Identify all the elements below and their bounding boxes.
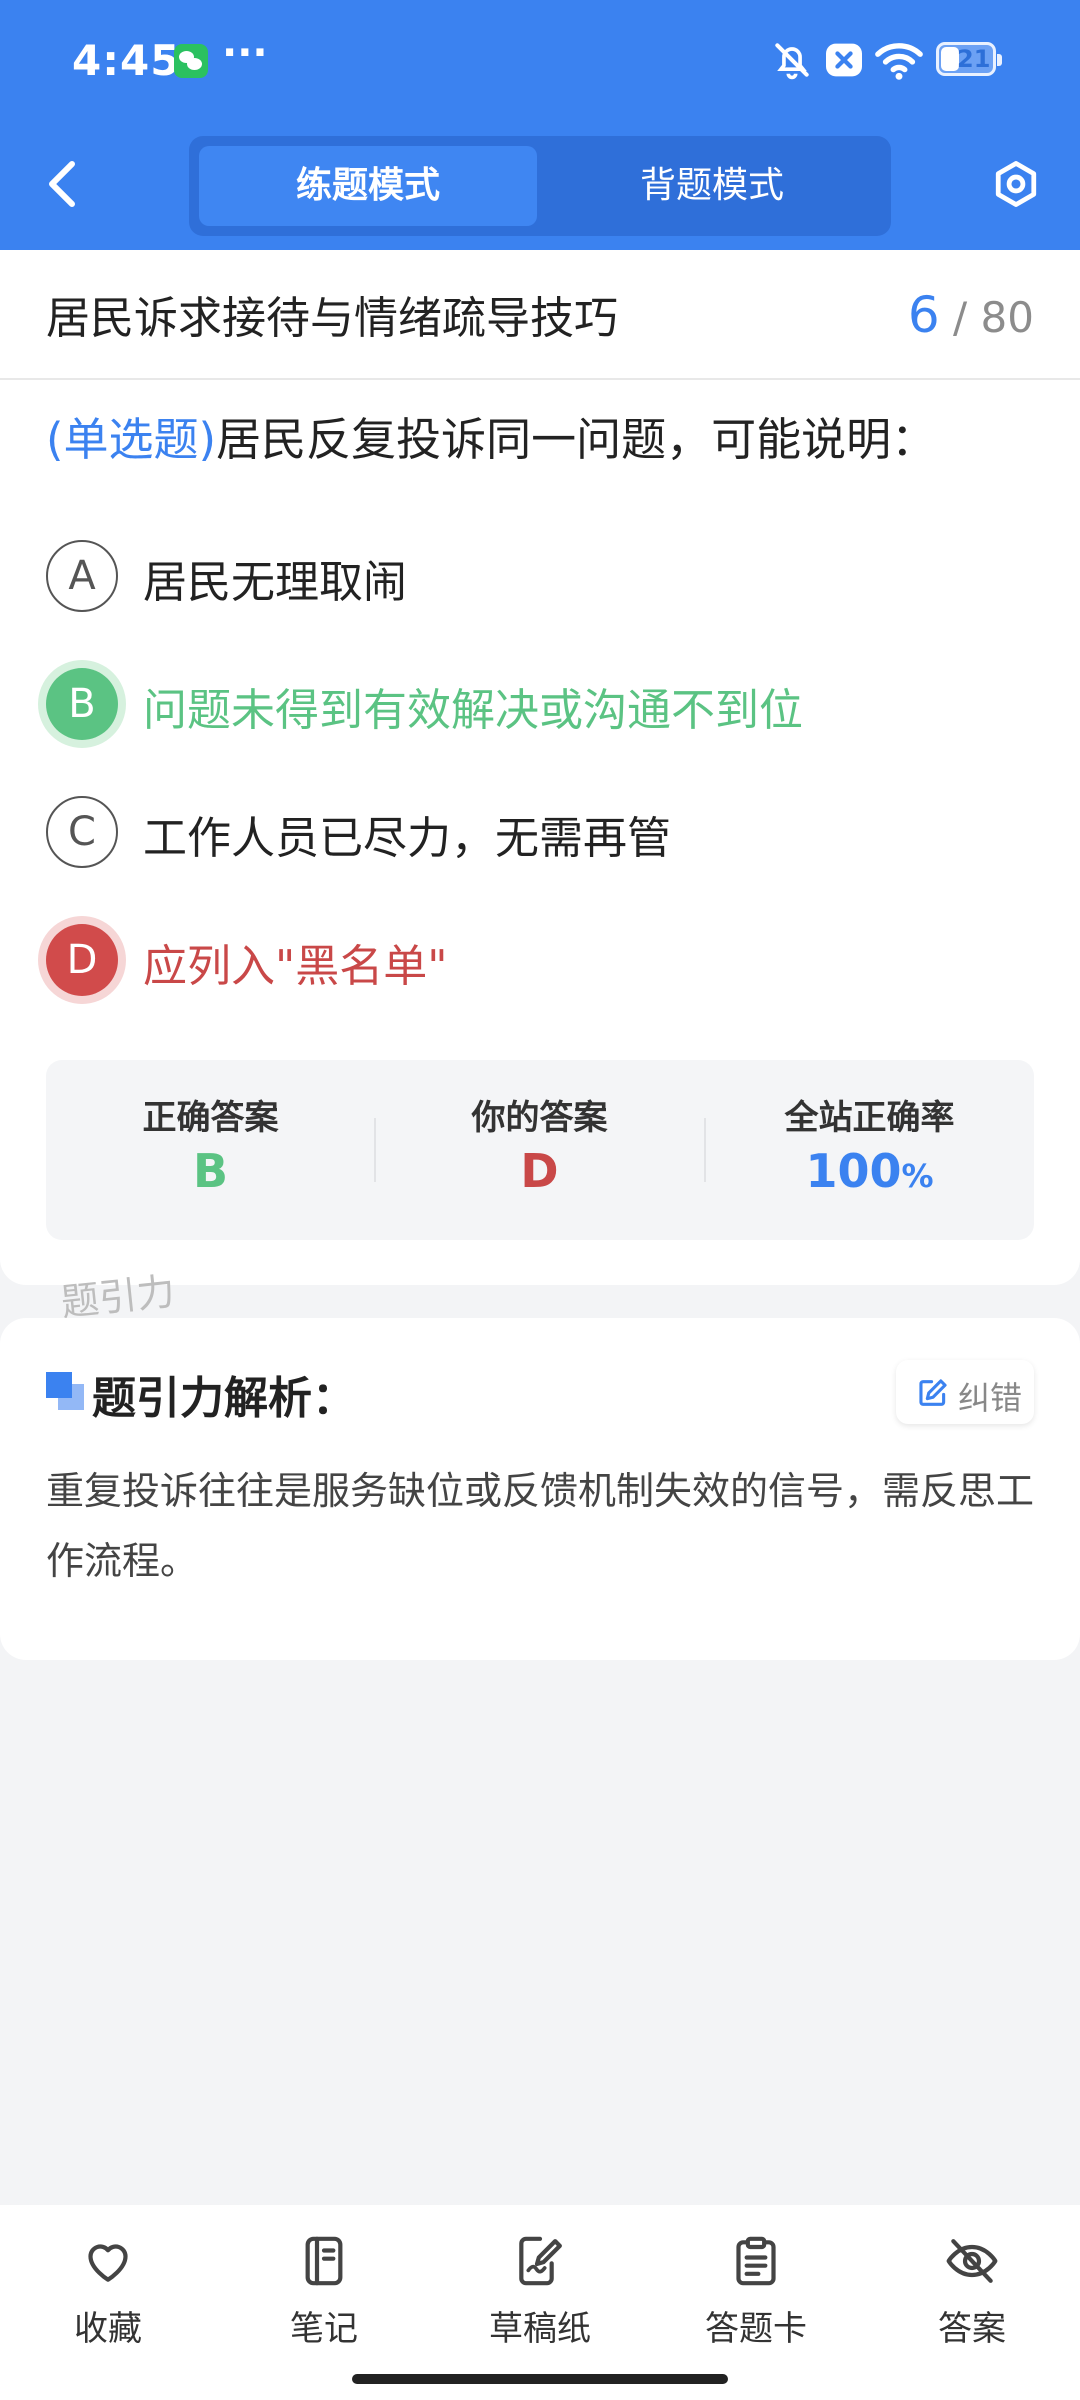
settings-icon[interactable] [990, 158, 1042, 210]
divider [0, 378, 1080, 380]
sim-off-icon [826, 43, 862, 77]
accuracy-unit: % [901, 1157, 934, 1195]
current-index: 6 [907, 286, 940, 344]
correct-answer-value: B [192, 1144, 229, 1198]
notebook-icon [305, 2236, 343, 2286]
your-answer: 你的答案 D [375, 1060, 704, 1240]
watermark: 题引力 [58, 1269, 177, 1325]
question-stem: (单选题)居民反复投诉同一问题，可能说明： [46, 400, 1036, 480]
battery-icon: 21 [936, 42, 1002, 76]
accuracy-number: 100 [805, 1144, 902, 1198]
home-indicator[interactable] [352, 2374, 728, 2384]
nav-draft[interactable]: 草稿纸 [432, 2205, 648, 2400]
tab-practice-mode[interactable]: 练题模式 [199, 146, 537, 226]
nav-notes[interactable]: 笔记 [216, 2205, 432, 2400]
draft-icon [519, 2236, 562, 2286]
site-accuracy-value: 100% [705, 1144, 1034, 1198]
option-letter: A [46, 540, 118, 612]
nav-label: 答题卡 [705, 2309, 807, 2349]
your-answer-value: D [520, 1144, 559, 1198]
option-letter: B [46, 668, 118, 740]
correct-answer-label: 正确答案 [142, 1098, 279, 1138]
nav-answer[interactable]: 答案 [864, 2205, 1080, 2400]
option-text: 工作人员已尽力，无需再管 [143, 813, 671, 864]
eye-off-icon [946, 2239, 998, 2283]
option-letter: C [46, 796, 118, 868]
option-text: 问题未得到有效解决或沟通不到位 [143, 685, 803, 736]
report-error-label: 纠错 [958, 1379, 1023, 1417]
status-bar: 4:45 ··· 21 [0, 0, 1080, 126]
mute-icon [775, 43, 809, 80]
total-count: 80 [980, 293, 1034, 342]
nav-label: 草稿纸 [489, 2309, 591, 2349]
analysis-icon [46, 1372, 84, 1410]
correct-answer: 正确答案 B [46, 1060, 375, 1240]
wifi-icon [875, 43, 923, 80]
clipboard-icon [736, 2236, 776, 2286]
nav-favorite[interactable]: 收藏 [0, 2205, 216, 2400]
nav-answer-sheet[interactable]: 答题卡 [648, 2205, 864, 2400]
answer-summary: 正确答案 B 你的答案 D 全站正确率 100% [46, 1060, 1034, 1240]
nav-label: 收藏 [74, 2309, 142, 2349]
question-card: 居民诉求接待与情绪疏导技巧 6 / 80 (单选题)居民反复投诉同一问题，可能说… [0, 250, 1080, 1285]
site-accuracy: 全站正确率 100% [705, 1060, 1034, 1240]
site-accuracy-label: 全站正确率 [784, 1098, 955, 1138]
report-error-button[interactable]: 纠错 [896, 1360, 1034, 1424]
heart-icon [88, 2244, 128, 2282]
counter-separator: / [953, 293, 968, 342]
edit-icon [919, 1379, 947, 1406]
analysis-card: 题引力解析： 纠错 重复投诉往往是服务缺位或反馈机制失效的信号，需反思工作流程。 [0, 1318, 1080, 1660]
question-type: (单选题) [46, 413, 217, 466]
analysis-text: 重复投诉往往是服务缺位或反馈机制失效的信号，需反思工作流程。 [46, 1469, 1035, 1583]
mode-switcher: 练题模式 背题模式 [189, 136, 891, 236]
app-header: 4:45 ··· 21 练题模式 背题模式 [0, 0, 1080, 250]
question-text: 居民反复投诉同一问题，可能说明： [216, 413, 937, 466]
battery-level: 21 [957, 45, 991, 73]
tab-memorize-mode[interactable]: 背题模式 [543, 146, 881, 226]
option-text: 应列入"黑名单" [143, 941, 448, 992]
analysis-title: 题引力解析： [92, 1373, 356, 1424]
option-letter: D [46, 924, 118, 996]
nav-label: 答案 [938, 2309, 1006, 2349]
more-notifications-icon: ··· [222, 30, 268, 76]
category-title: 居民诉求接待与情绪疏导技巧 [46, 293, 618, 344]
back-icon[interactable] [44, 160, 80, 208]
bottom-toolbar: 收藏 笔记 草稿纸 答题卡 答案 [0, 2205, 1080, 2400]
question-counter: 6 / 80 [908, 286, 1034, 344]
status-time: 4:45 [72, 36, 181, 85]
option-text: 居民无理取闹 [143, 557, 407, 608]
wechat-icon [174, 44, 208, 78]
your-answer-label: 你的答案 [471, 1098, 608, 1138]
nav-label: 笔记 [290, 2309, 358, 2349]
